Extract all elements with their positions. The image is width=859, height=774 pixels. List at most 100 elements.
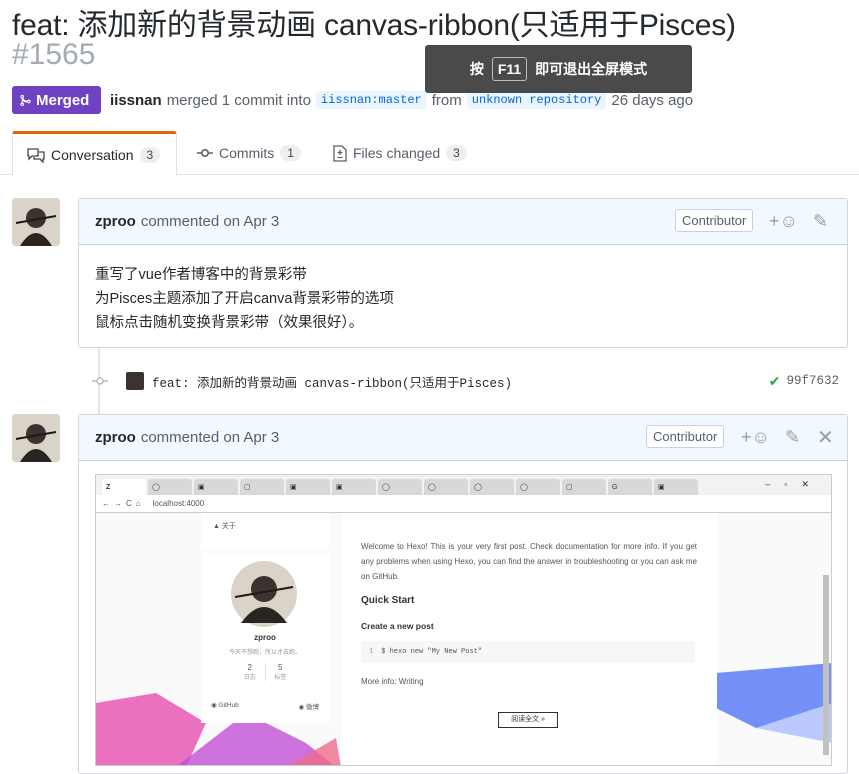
user-icon: ▲ xyxy=(213,523,220,530)
toast-prefix: 按 xyxy=(469,61,484,77)
github-link[interactable]: ◉ GitHub xyxy=(211,701,239,711)
browser-tab: ◯ xyxy=(378,479,422,495)
commit-row: feat: 添加新的背景动画 canvas-ribbon(只适用于Pisces)… xyxy=(92,370,847,392)
browser-address-bar: ←→C⌂ localhost:4000 xyxy=(96,495,831,513)
comment-timestamp[interactable]: commented on Apr 3 xyxy=(141,213,279,230)
commit-sha[interactable]: 99f7632 xyxy=(786,374,839,388)
tab-commits-label: Commits xyxy=(219,145,275,161)
sidebar-menu-about-label: 关于 xyxy=(221,523,236,530)
git-commit-icon xyxy=(197,148,213,158)
comment-card: zproo commented on Apr 3 Contributor +☺ … xyxy=(78,198,848,348)
window-controls: –▫✕ xyxy=(765,479,823,489)
stat-value: 5 xyxy=(278,663,283,672)
comment-timestamp[interactable]: commented on Apr 3 xyxy=(141,429,279,446)
social-links: ◉ GitHub ◉ 微博 xyxy=(211,701,319,711)
base-ref[interactable]: iissnan:master xyxy=(315,91,427,109)
pr-meta: iissnan merged 1 commit into iissnan:mas… xyxy=(110,91,693,109)
head-ref: unknown repository xyxy=(466,91,607,109)
contributor-badge: Contributor xyxy=(675,209,754,232)
browser-tab: G xyxy=(608,479,652,495)
page-scrollbar[interactable] xyxy=(823,575,829,755)
author-motto: 今天不想跑，所以才去跑。 xyxy=(228,650,301,656)
comment-author[interactable]: zproo xyxy=(95,429,136,446)
stat-label: 日志 xyxy=(243,675,256,681)
weibo-link[interactable]: ◉ 微博 xyxy=(299,701,319,711)
browser-tab: ◯ xyxy=(148,479,192,495)
avatar[interactable] xyxy=(12,414,60,462)
browser-tab: ◯ xyxy=(424,479,468,495)
browser-tab: ▣ xyxy=(654,479,698,495)
comment-line: 为Pisces主题添加了开启canva背景彩带的选项 xyxy=(95,291,394,307)
git-commit-icon xyxy=(92,377,108,385)
comment-line: 鼠标点击随机变换背景彩带（效果很好）。 xyxy=(95,315,364,331)
edit-pencil-icon[interactable]: ✎ xyxy=(785,427,800,448)
post-intro: Welcome to Hexo! This is your very first… xyxy=(361,542,697,581)
comment-line: 重写了vue作者博客中的背景彩带 xyxy=(95,267,307,283)
close-icon[interactable]: ✕ xyxy=(817,425,834,450)
tab-conversation[interactable]: Conversation 3 xyxy=(12,131,177,176)
git-merge-icon xyxy=(20,94,31,106)
read-more-button[interactable]: 阅读全文 » xyxy=(498,712,558,728)
comment-author[interactable]: zproo xyxy=(95,213,136,230)
sidebar-menu-about[interactable]: ▲ 关于 xyxy=(201,513,329,539)
tab-files-changed-label: Files changed xyxy=(353,145,441,161)
author-name: zproo xyxy=(254,633,276,642)
pr-title: feat: 添加新的背景动画 canvas-ribbon(只适用于Pisces) xyxy=(12,9,736,42)
weibo-link-label: 微博 xyxy=(306,704,319,711)
tab-commits[interactable]: Commits 1 xyxy=(197,131,301,175)
site-stats: 2 日志 5 标签 xyxy=(235,663,295,681)
post-card: Welcome to Hexo! This is your very first… xyxy=(341,513,717,765)
add-reaction-icon[interactable]: +☺ xyxy=(741,427,770,448)
browser-url: localhost:4000 xyxy=(152,499,205,508)
embedded-screenshot[interactable]: Z ◯ ▣ ▢ ▣ ▣ ◯ ◯ ◯ ◯ ▢ G ▣ –▫✕ ←→C⌂ local… xyxy=(95,474,832,766)
merged-status-badge: Merged xyxy=(12,86,101,114)
tab-files-changed[interactable]: Files changed 3 xyxy=(333,131,467,175)
browser-tab: ▣ xyxy=(286,479,330,495)
comment-discussion-icon xyxy=(27,147,45,163)
contributor-badge: Contributor xyxy=(646,425,725,448)
pr-author-link[interactable]: iissnan xyxy=(110,92,162,109)
browser-tab: Z xyxy=(102,479,146,495)
fullscreen-exit-toast: 按 F11 即可退出全屏模式 xyxy=(425,45,692,93)
browser-tab: ◯ xyxy=(470,479,514,495)
avatar[interactable] xyxy=(12,198,60,246)
browser-tab: ▢ xyxy=(240,479,284,495)
avatar xyxy=(231,561,297,627)
file-diff-icon xyxy=(333,144,347,162)
browser-tab: ▣ xyxy=(332,479,376,495)
pr-number: #1565 xyxy=(12,38,96,71)
comment-header: zproo commented on Apr 3 Contributor +☺ … xyxy=(79,199,847,245)
browser-tab: ▣ xyxy=(194,479,238,495)
from-text: from xyxy=(431,91,462,109)
tab-files-changed-count: 3 xyxy=(446,145,467,161)
sidebar-profile-card: zproo 今天不想跑，所以才去跑。 2 日志 5 标签 ◉ GitHub ◉ 微博 xyxy=(201,553,329,723)
toast-suffix: 即可退出全屏模式 xyxy=(535,61,648,77)
merge-text: merged 1 commit into xyxy=(166,91,311,109)
code-line: $ hexo new "My New Post" xyxy=(381,648,483,656)
merged-label: Merged xyxy=(36,91,90,109)
time-ago[interactable]: 26 days ago xyxy=(611,92,693,109)
github-link-label: GitHub xyxy=(218,702,239,709)
comment-header: zproo commented on Apr 3 Contributor +☺ … xyxy=(79,415,847,461)
code-block: 1 $ hexo new "My New Post" xyxy=(361,641,695,663)
blog-page: ▲ 关于 zproo 今天不想跑，所以才去跑。 2 日志 5 标签 ◉ GitHub… xyxy=(96,513,831,765)
edit-pencil-icon[interactable]: ✎ xyxy=(813,211,828,232)
more-info: More info: Writing xyxy=(361,677,424,686)
stat-value: 2 xyxy=(247,663,252,672)
nav-buttons-icon: ←→C⌂ xyxy=(102,499,145,508)
tab-conversation-count: 3 xyxy=(139,146,161,163)
post-heading-create: Create a new post xyxy=(361,621,434,631)
check-icon[interactable]: ✔ xyxy=(769,373,781,390)
tab-conversation-label: Conversation xyxy=(51,146,134,163)
sidebar-menu-card: ▲ 关于 xyxy=(201,513,329,549)
browser-tab-strip: Z ◯ ▣ ▢ ▣ ▣ ◯ ◯ ◯ ◯ ▢ G ▣ –▫✕ xyxy=(96,475,831,495)
commit-message[interactable]: feat: 添加新的背景动画 canvas-ribbon(只适用于Pisces) xyxy=(152,372,512,391)
add-reaction-icon[interactable]: +☺ xyxy=(769,211,798,232)
tab-commits-count: 1 xyxy=(280,145,301,161)
toast-key: F11 xyxy=(491,57,528,81)
stat-label: 标签 xyxy=(274,675,287,681)
browser-tab: ▢ xyxy=(562,479,606,495)
commit-author-avatar[interactable] xyxy=(126,372,144,390)
post-heading-quick-start: Quick Start xyxy=(361,595,415,606)
pr-tabs: Conversation 3 Commits 1 Files changed 3 xyxy=(0,131,859,176)
